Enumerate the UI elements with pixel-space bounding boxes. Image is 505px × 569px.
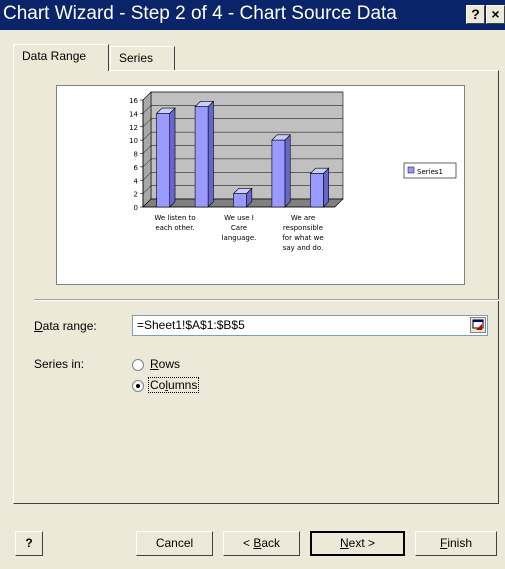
bar bbox=[271, 139, 286, 208]
y-tick-label: 14 bbox=[129, 110, 138, 118]
data-range-label-text: ata range: bbox=[42, 319, 97, 333]
data-range-panel: 0 2 4 6 8 10 12 14 16 We listen to each other. We u… bbox=[13, 70, 499, 504]
title-bar: Chart Wizard - Step 2 of 4 - Chart Sourc… bbox=[0, 0, 505, 30]
rows-radio-label[interactable]: Rows bbox=[150, 357, 180, 371]
y-tick-label: 6 bbox=[134, 164, 139, 172]
columns-radio-label[interactable]: Columns bbox=[147, 377, 200, 393]
bar-side bbox=[284, 134, 291, 208]
bar-side bbox=[207, 100, 214, 208]
bar bbox=[156, 113, 170, 208]
help-title-button[interactable]: ? bbox=[466, 5, 485, 24]
y-tick-label: 0 bbox=[134, 204, 138, 212]
bar bbox=[233, 193, 247, 208]
category-label: say and do. bbox=[283, 244, 324, 252]
category-label: We use I bbox=[224, 214, 254, 222]
bar-side bbox=[322, 167, 329, 208]
next-button[interactable]: Next > bbox=[310, 531, 405, 556]
help-button[interactable]: ? bbox=[15, 531, 43, 556]
close-icon[interactable]: × bbox=[486, 5, 505, 24]
category-label: language. bbox=[222, 234, 257, 242]
category-label: each other. bbox=[155, 224, 194, 232]
data-range-label: Data range: bbox=[34, 319, 97, 333]
collapse-dialog-icon[interactable] bbox=[470, 317, 486, 333]
chart-preview: 0 2 4 6 8 10 12 14 16 We listen to each other. We u… bbox=[56, 85, 465, 285]
y-tick-label: 12 bbox=[129, 124, 138, 132]
legend-label: Series1 bbox=[417, 168, 443, 176]
finish-button[interactable]: Finish bbox=[415, 531, 497, 556]
rows-radio[interactable] bbox=[132, 359, 144, 371]
category-label: We listen to bbox=[154, 214, 195, 222]
back-button[interactable]: < Back bbox=[223, 531, 300, 556]
category-label: Care bbox=[231, 224, 247, 232]
window-title: Chart Wizard - Step 2 of 4 - Chart Sourc… bbox=[3, 3, 397, 24]
series-in-label: Series in: bbox=[34, 357, 85, 371]
legend-swatch bbox=[407, 166, 415, 174]
category-label: for what we bbox=[282, 234, 323, 242]
y-tick-label: 10 bbox=[129, 137, 138, 145]
y-tick-label: 2 bbox=[134, 191, 138, 199]
bar-chart: 0 2 4 6 8 10 12 14 16 We listen to each other. We u… bbox=[129, 91, 457, 252]
y-tick-label: 16 bbox=[129, 97, 138, 105]
radio-selected-dot bbox=[136, 384, 140, 388]
bar-side bbox=[169, 107, 176, 208]
chart-wizard-dialog: Chart Wizard - Step 2 of 4 - Chart Sourc… bbox=[0, 0, 505, 569]
data-range-input[interactable]: =Sheet1!$A$1:$B$5 bbox=[132, 315, 488, 336]
category-label: We are bbox=[291, 214, 315, 222]
tab-series[interactable]: Series bbox=[110, 46, 175, 70]
columns-radio[interactable] bbox=[132, 380, 144, 392]
separator bbox=[34, 299, 499, 301]
y-tick-label: 8 bbox=[134, 151, 138, 159]
bar bbox=[194, 106, 209, 208]
category-label: responsible bbox=[283, 224, 323, 232]
cancel-button[interactable]: Cancel bbox=[136, 531, 213, 556]
bar bbox=[310, 173, 324, 208]
tab-data-range[interactable]: Data Range bbox=[13, 44, 109, 71]
y-tick-label: 4 bbox=[134, 177, 139, 185]
